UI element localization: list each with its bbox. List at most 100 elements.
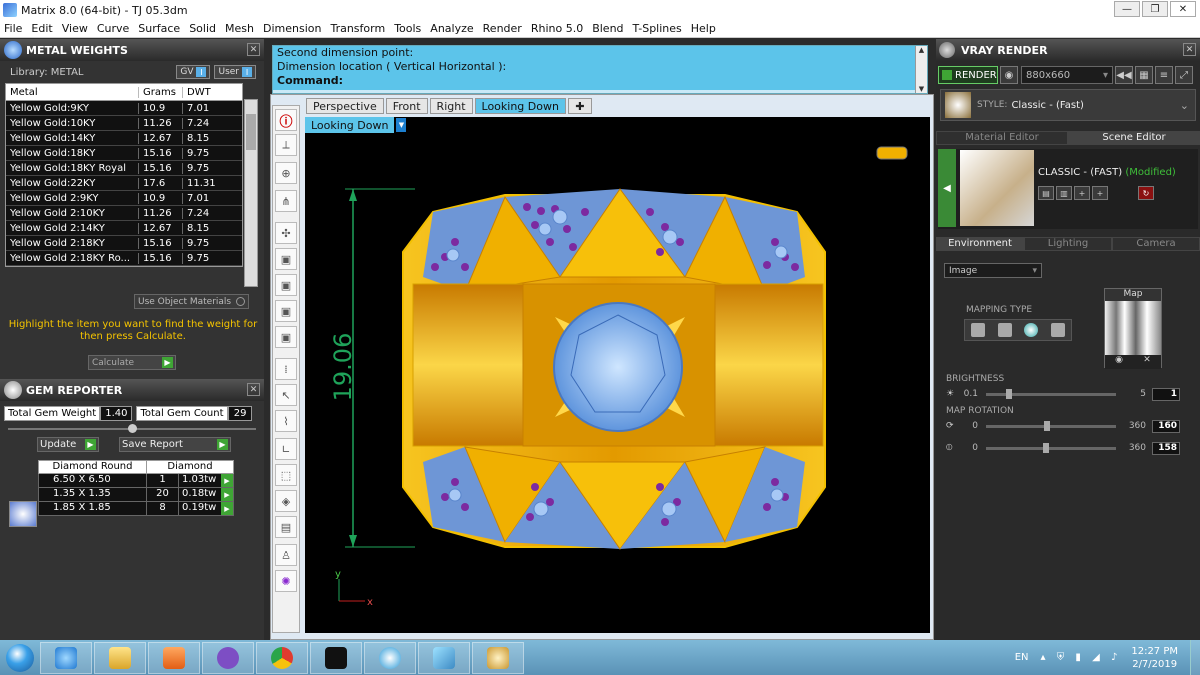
table-row[interactable]: Yellow Gold:9KY 10.9 7.01 bbox=[6, 101, 242, 116]
settings-icon[interactable]: ✺ bbox=[275, 570, 297, 592]
planar-map-icon[interactable] bbox=[971, 323, 986, 337]
stop-icon[interactable]: ⓘ bbox=[275, 109, 297, 131]
menu-view[interactable]: View bbox=[62, 22, 88, 35]
menu-edit[interactable]: Edit bbox=[31, 22, 52, 35]
col-dwt[interactable]: DWT bbox=[182, 86, 242, 98]
map-preview[interactable]: Map ◉ ✕ bbox=[1104, 288, 1162, 369]
table-row[interactable]: Yellow Gold 2:18KY Ro... 15.16 9.75 bbox=[6, 251, 242, 266]
play-arrow-icon[interactable]: ▶ bbox=[221, 502, 233, 515]
table-row[interactable]: Yellow Gold 2:10KY 11.26 7.24 bbox=[6, 206, 242, 221]
table-row[interactable]: 1.35 X 1.35 20 0.18tw ▶ bbox=[38, 488, 234, 502]
rotation-1-slider[interactable] bbox=[986, 420, 1116, 431]
scroll-down-icon[interactable]: ▼ bbox=[919, 85, 924, 93]
add-copy-icon[interactable]: + bbox=[1092, 186, 1108, 200]
menu-transform[interactable]: Transform bbox=[330, 22, 385, 35]
clear-map-icon[interactable]: ✕ bbox=[1143, 355, 1151, 369]
tray-icons[interactable]: ▴ ⛨ ▮ ◢ ♪ bbox=[1041, 652, 1122, 663]
tab-right[interactable]: Right bbox=[429, 98, 473, 114]
resolution-select[interactable]: 880x660 bbox=[1021, 66, 1113, 84]
menu-dimension[interactable]: Dimension bbox=[263, 22, 321, 35]
ortho-icon[interactable]: ∟ bbox=[275, 438, 297, 460]
menu-mesh[interactable]: Mesh bbox=[225, 22, 254, 35]
taskbar-chrome[interactable] bbox=[256, 641, 308, 674]
slider-knob[interactable] bbox=[1006, 388, 1012, 399]
tab-environment[interactable]: Environment bbox=[936, 237, 1024, 251]
tab-camera[interactable]: Camera bbox=[1112, 237, 1200, 251]
calculate-button[interactable]: Calculate ▶ bbox=[88, 355, 176, 370]
scroll-thumb[interactable] bbox=[246, 114, 256, 150]
play-arrow-icon[interactable]: ▶ bbox=[221, 474, 233, 487]
tab-scene-editor[interactable]: Scene Editor bbox=[1068, 131, 1200, 145]
menu-tsplines[interactable]: T-Splines bbox=[633, 22, 682, 35]
cube-icon[interactable]: ▣ bbox=[275, 248, 297, 270]
viewport-label[interactable]: Looking Down ▼ bbox=[305, 117, 407, 133]
update-button[interactable]: Update ▶ bbox=[37, 437, 99, 452]
table-row[interactable]: Yellow Gold:14KY 12.67 8.15 bbox=[6, 131, 242, 146]
minimize-button[interactable]: — bbox=[1114, 1, 1140, 17]
screen-map-icon[interactable] bbox=[1050, 323, 1065, 337]
metal-weights-close-icon[interactable]: ✕ bbox=[247, 43, 260, 56]
rotation-1-value[interactable]: 160 bbox=[1152, 419, 1180, 433]
gem-slider-knob[interactable] bbox=[128, 424, 137, 433]
add-icon[interactable]: + bbox=[1074, 186, 1090, 200]
table-row[interactable]: Yellow Gold:18KY 15.16 9.75 bbox=[6, 146, 242, 161]
cube-front-icon[interactable]: ▣ bbox=[275, 274, 297, 296]
table-row[interactable]: 6.50 X 6.50 1 1.03tw ▶ bbox=[38, 474, 234, 488]
menu-curve[interactable]: Curve bbox=[97, 22, 129, 35]
tab-lighting[interactable]: Lighting bbox=[1024, 237, 1112, 251]
menu-file[interactable]: File bbox=[4, 22, 22, 35]
render-button[interactable]: RENDER bbox=[938, 66, 998, 84]
menu-help[interactable]: Help bbox=[691, 22, 716, 35]
taskbar-ie[interactable] bbox=[40, 641, 92, 674]
command-history[interactable]: Second dimension point: Dimension locati… bbox=[272, 45, 928, 94]
nodes-icon[interactable]: ⋔ bbox=[275, 190, 297, 212]
chevron-down-icon[interactable]: ▼ bbox=[396, 118, 407, 132]
chevron-down-icon[interactable]: ⌄ bbox=[1180, 99, 1189, 112]
menu-rhino[interactable]: Rhino 5.0 bbox=[531, 22, 583, 35]
command-scrollbar[interactable]: ▲ ▼ bbox=[915, 46, 927, 93]
refresh-icon[interactable]: ↻ bbox=[1138, 186, 1154, 200]
save-as-icon[interactable]: ▥ bbox=[1056, 186, 1072, 200]
menu-tools[interactable]: Tools bbox=[394, 22, 421, 35]
viewport-looking-down[interactable]: 19.06 y x Looking Down ▼ bbox=[305, 117, 930, 633]
taskbar-antivirus[interactable] bbox=[310, 641, 362, 674]
radio-icon[interactable] bbox=[236, 297, 245, 306]
table-row[interactable]: Yellow Gold 2:18KY 15.16 9.75 bbox=[6, 236, 242, 251]
command-prompt[interactable]: Command: bbox=[273, 74, 927, 90]
maximize-button[interactable]: ❐ bbox=[1142, 1, 1168, 17]
tab-front[interactable]: Front bbox=[385, 98, 428, 114]
osnap-off-icon[interactable]: ⌇ bbox=[275, 410, 297, 432]
rewind-icon[interactable]: ◀◀ bbox=[1115, 66, 1133, 84]
history-icon[interactable]: ◈ bbox=[275, 490, 297, 512]
axis-tool-icon[interactable]: ⟂ bbox=[275, 134, 297, 156]
col-metal[interactable]: Metal bbox=[6, 87, 138, 98]
planar-icon[interactable]: ⬚ bbox=[275, 464, 297, 486]
render-grid-icon[interactable]: ▦ bbox=[1135, 66, 1153, 84]
globe-icon[interactable]: ⊕ bbox=[275, 162, 297, 184]
scroll-up-icon[interactable]: ▲ bbox=[919, 46, 924, 54]
menu-analyze[interactable]: Analyze bbox=[430, 22, 473, 35]
select-icon[interactable]: ↖ bbox=[275, 384, 297, 406]
rotation-2-slider[interactable] bbox=[986, 442, 1116, 453]
expand-arrow-icon[interactable]: ◀ bbox=[938, 149, 956, 227]
use-object-materials-toggle[interactable]: Use Object Materials bbox=[134, 294, 249, 309]
menu-blend[interactable]: Blend bbox=[592, 22, 623, 35]
cube-right-icon[interactable]: ▣ bbox=[275, 300, 297, 322]
gumball-icon[interactable]: ✣ bbox=[275, 222, 297, 244]
taskbar-paint[interactable] bbox=[472, 641, 524, 674]
taskbar-notes[interactable] bbox=[418, 641, 470, 674]
table-row[interactable]: Yellow Gold:10KY 11.26 7.24 bbox=[6, 116, 242, 131]
crop-icon[interactable]: ⤢ bbox=[1175, 66, 1193, 84]
save-icon[interactable]: ▤ bbox=[1038, 186, 1054, 200]
slider-knob[interactable] bbox=[1043, 442, 1049, 453]
tab-material-editor[interactable]: Material Editor bbox=[936, 131, 1068, 145]
taskbar-viber[interactable] bbox=[202, 641, 254, 674]
box-map-icon[interactable] bbox=[997, 323, 1012, 337]
spherical-map-icon[interactable] bbox=[1024, 323, 1039, 337]
menu-render[interactable]: Render bbox=[483, 22, 522, 35]
table-row[interactable]: Yellow Gold 2:14KY 12.67 8.15 bbox=[6, 221, 242, 236]
cube-top-icon[interactable]: ▣ bbox=[275, 326, 297, 348]
taskbar-matrix[interactable] bbox=[364, 641, 416, 674]
taskbar-media[interactable] bbox=[148, 641, 200, 674]
close-button[interactable]: ✕ bbox=[1170, 1, 1196, 17]
